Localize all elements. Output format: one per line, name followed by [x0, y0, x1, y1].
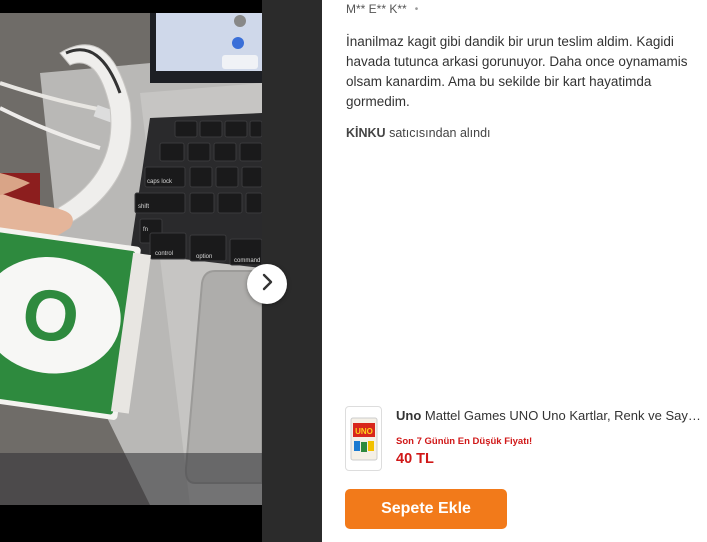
uno-box-logo: UNO — [355, 427, 373, 436]
review-photo[interactable]: caps lock shift fn control option comman… — [0, 13, 262, 505]
lowest-price-label: Son 7 Günün En Düşük Fiyatı! — [396, 436, 533, 447]
seller-name[interactable]: KİNKU — [346, 126, 386, 140]
uno-card-letter: O — [17, 273, 84, 360]
key-caps-lock: caps lock — [147, 179, 173, 185]
uno-box-image: UNO — [350, 417, 377, 460]
key-command: command — [234, 258, 260, 264]
product-name: Mattel Games UNO Uno Kartlar, Renk ve Sa… — [424, 408, 701, 423]
review-photo-gallery: caps lock shift fn control option comman… — [0, 0, 322, 542]
seller-suffix: satıcısından alındı — [385, 126, 491, 140]
next-photo-button[interactable] — [247, 264, 287, 304]
laptop-uno-photo: caps lock shift fn control option comman… — [0, 13, 262, 505]
product-price: 40 TL — [396, 451, 434, 467]
reviewer-row: M** E** K** • — [346, 2, 418, 16]
key-shift: shift — [138, 204, 149, 210]
product-thumbnail[interactable]: UNO — [345, 406, 382, 471]
reviewer-name: M** E** K** — [346, 2, 407, 16]
key-fn: fn — [143, 227, 148, 233]
product-brand: Uno — [396, 408, 422, 423]
separator-dot: • — [414, 3, 419, 15]
product-title[interactable]: Uno Mattel Games UNO Uno Kartlar, Renk v… — [396, 408, 701, 423]
add-to-cart-button[interactable]: Sepete Ekle — [345, 489, 507, 529]
review-text: İnanilmaz kagit gibi dandik bir urun tes… — [346, 34, 688, 109]
key-control: control — [155, 251, 173, 257]
key-option: option — [196, 254, 212, 260]
chevron-right-icon — [260, 273, 274, 296]
seller-info: KİNKU satıcısından alındı — [346, 126, 491, 140]
